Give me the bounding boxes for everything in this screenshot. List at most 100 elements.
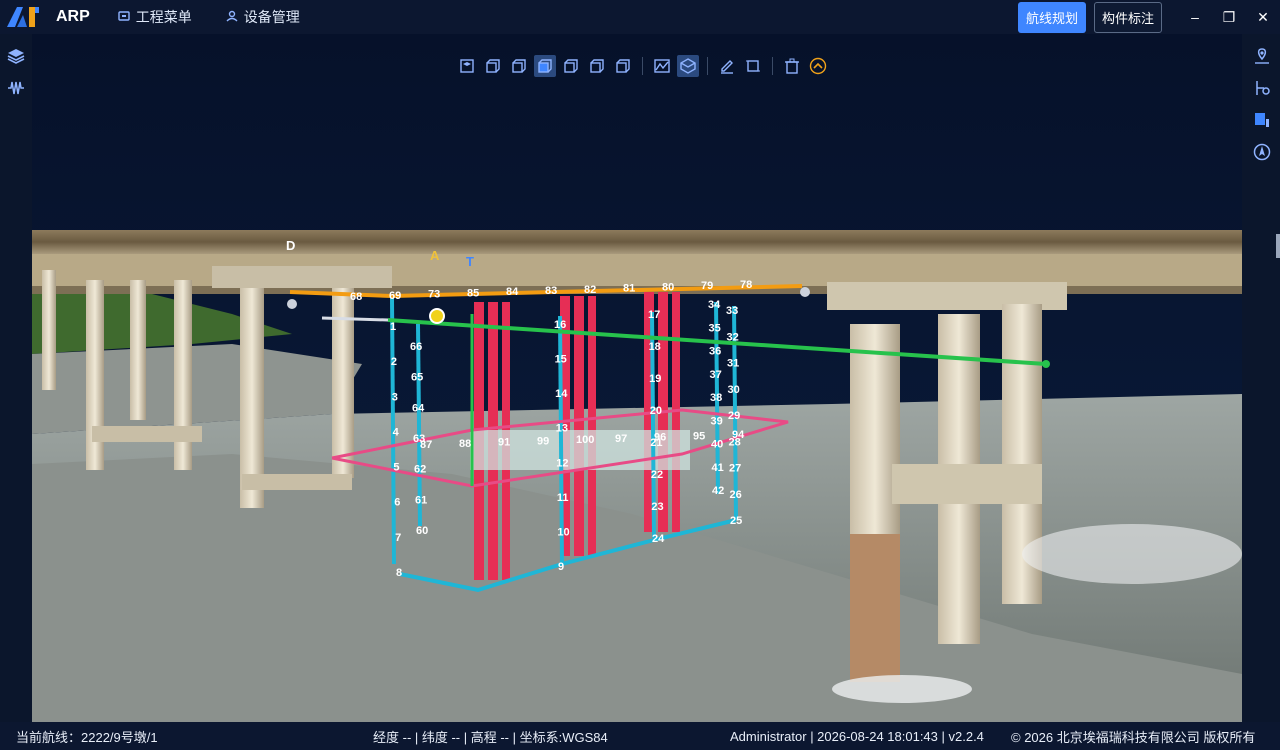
- maximize-button[interactable]: ❐: [1212, 0, 1246, 34]
- view-left-icon[interactable]: [586, 55, 608, 77]
- scrollbar-handle[interactable]: [1276, 234, 1280, 258]
- waypoint-label[interactable]: 65: [411, 372, 423, 384]
- waypoint-label[interactable]: 64: [412, 402, 425, 414]
- scene-canvas[interactable]: D A T 68 69 73 85 84 83 82 81 80 79 78123456786665…: [32, 34, 1242, 722]
- waypoint-label[interactable]: 17: [648, 309, 660, 321]
- waypoint-label[interactable]: 88: [459, 438, 471, 450]
- waypoint-label[interactable]: 96: [654, 432, 666, 444]
- waypoint-label[interactable]: 22: [651, 469, 663, 481]
- waypoint-label[interactable]: 6: [394, 497, 400, 509]
- waypoint-label[interactable]: 9: [558, 561, 564, 573]
- frame-icon[interactable]: [742, 55, 764, 77]
- waypoint-label[interactable]: 25: [730, 515, 742, 527]
- waypoint-label[interactable]: 37: [710, 369, 722, 381]
- waypoint-label[interactable]: 66: [410, 341, 422, 353]
- waypoint-label[interactable]: 39: [711, 415, 723, 427]
- waypoint-label[interactable]: 32: [727, 331, 739, 343]
- waypoint-label[interactable]: 13: [556, 423, 568, 435]
- waypoint-label[interactable]: 62: [414, 464, 426, 476]
- waypoint-label[interactable]: 1: [390, 321, 396, 333]
- view-back-icon[interactable]: [508, 55, 530, 77]
- waypoint-label[interactable]: 81: [623, 283, 635, 295]
- waypoint-label[interactable]: 12: [556, 457, 568, 469]
- waypoint-label[interactable]: 38: [710, 392, 722, 404]
- waypoint-label[interactable]: 7: [395, 532, 401, 544]
- view-top-icon[interactable]: [534, 55, 556, 77]
- waypoint-label[interactable]: 100: [576, 434, 594, 446]
- waypoint-label[interactable]: 18: [649, 341, 661, 353]
- view-front-icon[interactable]: [482, 55, 504, 77]
- compass-icon[interactable]: [1246, 136, 1278, 168]
- waypoint-label[interactable]: 24: [652, 533, 665, 545]
- terrain-icon[interactable]: [651, 55, 673, 77]
- waypoint-label[interactable]: 30: [728, 384, 740, 396]
- waypoint-label[interactable]: 73: [428, 289, 440, 301]
- waypoint-label[interactable]: 83: [545, 285, 557, 297]
- waypoint-label[interactable]: 33: [726, 305, 738, 317]
- waypoint-label[interactable]: 41: [712, 462, 724, 474]
- waypoint-label[interactable]: 85: [467, 287, 479, 299]
- waypoint-label[interactable]: 35: [709, 322, 721, 334]
- waypoint-label[interactable]: 79: [701, 280, 713, 292]
- waypoint-label[interactable]: 80: [662, 281, 674, 293]
- edit-icon[interactable]: [716, 55, 738, 77]
- waypoint-label[interactable]: 4: [393, 426, 400, 438]
- 3d-viewport[interactable]: D A T 68 69 73 85 84 83 82 81 80 79 78 1 2 3 4 5 6 7 8 66 65…: [32, 34, 1242, 722]
- waypoint-label[interactable]: 40: [711, 439, 723, 451]
- waypoint-label[interactable]: 60: [416, 525, 428, 537]
- trash-icon[interactable]: [781, 55, 803, 77]
- route-plan-button[interactable]: 航线规划: [1017, 1, 1086, 33]
- close-button[interactable]: ✕: [1246, 0, 1280, 34]
- waypoint-label[interactable]: 91: [498, 437, 510, 449]
- waypoint-label[interactable]: 19: [649, 373, 661, 385]
- marker-a[interactable]: A: [430, 248, 440, 263]
- marker-d[interactable]: D: [286, 238, 295, 253]
- view-right-icon[interactable]: [612, 55, 634, 77]
- waypoint-label[interactable]: 69: [389, 290, 401, 302]
- waypoint-label[interactable]: 16: [554, 319, 566, 331]
- collapse-up-icon[interactable]: [807, 55, 829, 77]
- waypoint-label[interactable]: 84: [506, 286, 519, 298]
- waveform-icon[interactable]: [0, 72, 32, 104]
- waypoint-label[interactable]: 61: [415, 494, 427, 506]
- waypoint-label[interactable]: 31: [727, 358, 739, 370]
- layers-icon[interactable]: [0, 40, 32, 72]
- waypoint-label[interactable]: 27: [729, 463, 741, 475]
- waypoint-label[interactable]: 2: [391, 356, 397, 368]
- waypoint-label[interactable]: 94: [732, 429, 745, 441]
- menu-project[interactable]: 工程菜单: [118, 7, 192, 27]
- menu-device[interactable]: 设备管理: [226, 7, 300, 27]
- waypoint-label[interactable]: 29: [728, 410, 740, 422]
- minimize-button[interactable]: –: [1178, 0, 1212, 34]
- waypoint-label[interactable]: 82: [584, 284, 596, 296]
- waypoint-label[interactable]: 34: [708, 299, 721, 311]
- waypoint-label[interactable]: 8: [396, 567, 402, 579]
- route-label: 当前航线：: [16, 729, 82, 745]
- panel-icon[interactable]: [1246, 104, 1278, 136]
- waypoint-label[interactable]: 97: [615, 433, 627, 445]
- waypoint-label[interactable]: 36: [709, 346, 721, 358]
- waypoint-label[interactable]: 42: [712, 485, 724, 497]
- waypoint-label[interactable]: 26: [730, 489, 742, 501]
- waypoint-label[interactable]: 78: [740, 279, 752, 291]
- waypoint-label[interactable]: 3: [392, 391, 398, 403]
- waypoint-label[interactable]: 95: [693, 430, 705, 442]
- waypoint-label[interactable]: 11: [557, 492, 569, 504]
- waypoint-label[interactable]: 5: [393, 462, 399, 474]
- marker-t[interactable]: T: [466, 254, 474, 269]
- waypoint-label[interactable]: 20: [650, 405, 662, 417]
- waypoint-label[interactable]: 99: [537, 435, 549, 447]
- model-icon[interactable]: [677, 55, 699, 77]
- status-bar: 当前航线：2222/9号墩/1 经度 -- | 纬度 -- | 高程 -- | …: [0, 722, 1280, 750]
- map-pin-icon[interactable]: [1246, 40, 1278, 72]
- route-settings-icon[interactable]: [1246, 72, 1278, 104]
- waypoint-label[interactable]: 15: [555, 354, 567, 366]
- waypoint-label[interactable]: 23: [651, 501, 663, 513]
- waypoint-label[interactable]: 68: [350, 291, 362, 303]
- view-bottom-icon[interactable]: [560, 55, 582, 77]
- view-cube-iso-icon[interactable]: [456, 55, 478, 77]
- waypoint-label[interactable]: 87: [420, 439, 432, 451]
- waypoint-label[interactable]: 14: [555, 388, 568, 400]
- component-mark-button[interactable]: 构件标注: [1093, 1, 1162, 33]
- waypoint-label[interactable]: 10: [557, 526, 569, 538]
